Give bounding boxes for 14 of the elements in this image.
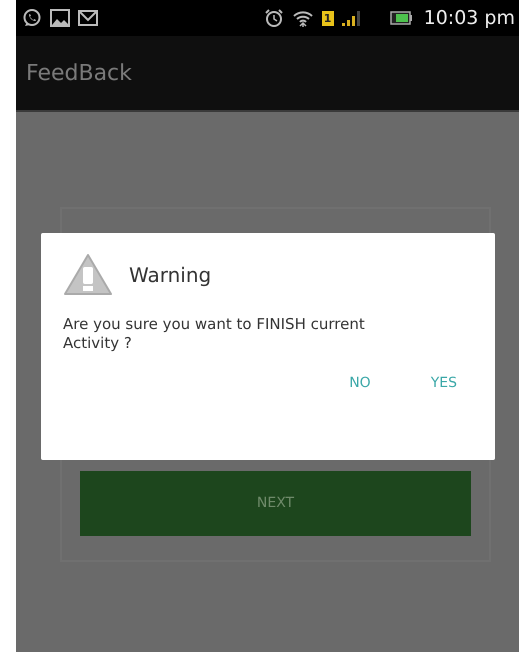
status-time: 10:03 pm (424, 6, 515, 31)
dialog-button[interactable]: YES (424, 368, 463, 398)
alarm-icon (264, 8, 284, 28)
dialog-message: Are you sure you want to FINISH current Activity ? (63, 315, 366, 352)
battery-icon (390, 11, 412, 25)
warning-icon (63, 253, 113, 297)
app-title: FeedBack (26, 60, 132, 88)
next-button[interactable]: NEXT (80, 471, 471, 536)
image-icon (50, 9, 70, 27)
dialog-button[interactable]: NO (343, 368, 377, 398)
dialog-title: Warning (129, 262, 212, 289)
mail-icon (78, 10, 98, 26)
signal-icon (342, 10, 360, 26)
sim-badge: 1 (322, 10, 334, 26)
